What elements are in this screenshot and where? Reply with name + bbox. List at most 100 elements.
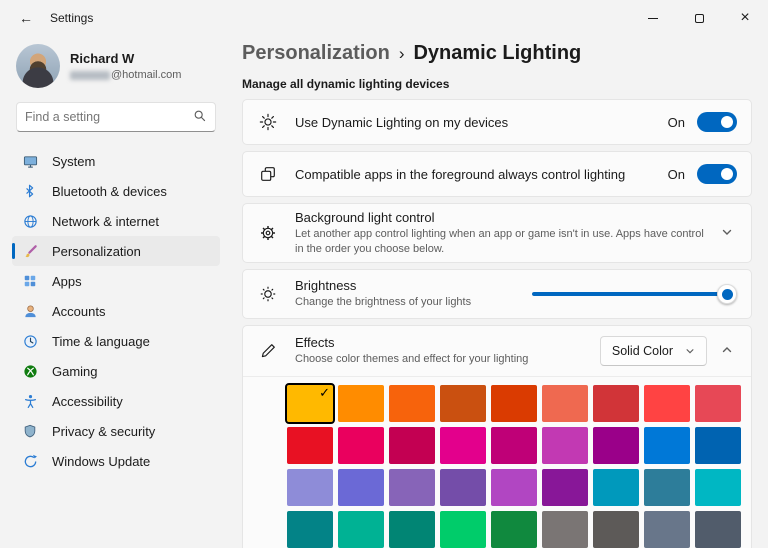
sidebar-item-time-language[interactable]: Time & language bbox=[12, 326, 220, 356]
color-swatch[interactable] bbox=[287, 427, 333, 464]
color-swatch[interactable] bbox=[644, 385, 690, 422]
card-effects: Effects Choose color themes and effect f… bbox=[242, 325, 752, 548]
titlebar: ← Settings × bbox=[0, 0, 768, 36]
sidebar-nav: System Bluetooth & devices Network & int… bbox=[12, 146, 220, 476]
sidebar-item-gaming[interactable]: Gaming bbox=[12, 356, 220, 386]
sidebar-item-network[interactable]: Network & internet bbox=[12, 206, 220, 236]
sidebar-item-windows-update[interactable]: Windows Update bbox=[12, 446, 220, 476]
sidebar-item-apps[interactable]: Apps bbox=[12, 266, 220, 296]
color-swatch[interactable] bbox=[542, 427, 588, 464]
toggle-state-label: On bbox=[667, 114, 685, 130]
card-title: Brightness bbox=[295, 278, 357, 294]
color-swatch[interactable] bbox=[287, 511, 333, 548]
user-email: @hotmail.com bbox=[70, 69, 181, 81]
color-swatch[interactable] bbox=[338, 511, 384, 548]
apps-icon bbox=[22, 274, 38, 288]
color-swatch[interactable] bbox=[644, 511, 690, 548]
sidebar-item-label: Accounts bbox=[52, 303, 106, 319]
search-icon bbox=[193, 109, 207, 126]
minimize-icon bbox=[648, 17, 658, 19]
gaming-icon bbox=[22, 364, 38, 379]
system-icon bbox=[22, 154, 38, 169]
color-swatch[interactable] bbox=[593, 511, 639, 548]
color-swatch[interactable] bbox=[440, 511, 486, 548]
close-button[interactable]: × bbox=[722, 0, 768, 36]
maximize-button[interactable] bbox=[676, 0, 722, 36]
back-icon: ← bbox=[19, 10, 33, 26]
color-swatch[interactable] bbox=[491, 469, 537, 506]
sidebar-item-accessibility[interactable]: Accessibility bbox=[12, 386, 220, 416]
dropdown-selected-value: Solid Color bbox=[611, 344, 673, 358]
color-swatch[interactable] bbox=[593, 469, 639, 506]
color-swatch[interactable] bbox=[542, 511, 588, 548]
maximize-icon bbox=[694, 13, 704, 23]
color-swatch[interactable] bbox=[338, 385, 384, 422]
search-input[interactable] bbox=[25, 110, 193, 124]
user-name: Richard W bbox=[70, 51, 135, 66]
color-swatch[interactable] bbox=[593, 385, 639, 422]
color-swatch[interactable] bbox=[389, 385, 435, 422]
sidebar-item-bluetooth[interactable]: Bluetooth & devices bbox=[12, 176, 220, 206]
network-icon bbox=[22, 214, 38, 229]
sidebar-item-system[interactable]: System bbox=[12, 146, 220, 176]
sidebar-item-privacy[interactable]: Privacy & security bbox=[12, 416, 220, 446]
color-swatch[interactable] bbox=[542, 385, 588, 422]
card-brightness: Brightness Change the brightness of your… bbox=[242, 269, 752, 319]
sidebar-item-label: Network & internet bbox=[52, 213, 159, 229]
color-swatch[interactable] bbox=[440, 469, 486, 506]
card-description: Let another app control lighting when an… bbox=[295, 227, 704, 255]
chevron-up-icon bbox=[721, 344, 733, 359]
back-button[interactable]: ← bbox=[10, 5, 42, 31]
effects-color-grid: ✓ bbox=[285, 383, 741, 548]
user-profile[interactable]: Richard W @hotmail.com bbox=[12, 38, 220, 100]
sidebar-item-accounts[interactable]: Accounts bbox=[12, 296, 220, 326]
foreground-apps-toggle[interactable] bbox=[697, 164, 737, 184]
color-swatch[interactable] bbox=[542, 469, 588, 506]
color-swatch[interactable] bbox=[644, 469, 690, 506]
color-swatch[interactable] bbox=[491, 427, 537, 464]
color-swatch[interactable] bbox=[593, 427, 639, 464]
close-icon: × bbox=[740, 9, 750, 26]
toggle-knob bbox=[721, 168, 733, 180]
effects-header[interactable]: Effects Choose color themes and effect f… bbox=[243, 326, 751, 376]
breadcrumb-parent[interactable]: Personalization bbox=[242, 42, 390, 65]
color-swatch-selected[interactable]: ✓ bbox=[285, 383, 335, 424]
dynamic-lighting-toggle[interactable] bbox=[697, 112, 737, 132]
color-swatch[interactable] bbox=[695, 511, 741, 548]
sun-icon bbox=[259, 113, 279, 131]
time-language-icon bbox=[22, 334, 38, 349]
sidebar-item-label: Privacy & security bbox=[52, 423, 156, 439]
color-swatch[interactable] bbox=[389, 511, 435, 548]
sidebar-item-personalization[interactable]: Personalization bbox=[12, 236, 220, 266]
color-swatch[interactable] bbox=[695, 469, 741, 506]
effects-mode-dropdown[interactable]: Solid Color bbox=[599, 336, 707, 366]
collapse-button[interactable] bbox=[717, 340, 737, 363]
search-box[interactable] bbox=[16, 102, 216, 132]
sidebar-item-label: Windows Update bbox=[52, 453, 151, 469]
color-swatch[interactable] bbox=[287, 469, 333, 506]
brightness-slider[interactable] bbox=[532, 284, 737, 304]
section-header: Manage all dynamic lighting devices bbox=[242, 77, 450, 91]
color-swatch[interactable] bbox=[338, 427, 384, 464]
bluetooth-icon bbox=[22, 184, 38, 198]
expand-button[interactable] bbox=[717, 222, 737, 245]
sidebar-item-label: Apps bbox=[52, 273, 82, 289]
color-swatch[interactable] bbox=[491, 511, 537, 548]
chevron-down-icon bbox=[685, 344, 695, 359]
color-swatch[interactable] bbox=[644, 427, 690, 464]
color-swatch[interactable] bbox=[440, 427, 486, 464]
color-swatch[interactable] bbox=[695, 427, 741, 464]
color-swatch[interactable] bbox=[338, 469, 384, 506]
settings-window: ← Settings × Richard W @hotmail.com Find… bbox=[0, 0, 768, 548]
color-swatch[interactable] bbox=[695, 385, 741, 422]
color-swatch[interactable] bbox=[389, 427, 435, 464]
chevron-down-icon bbox=[721, 226, 733, 241]
toggle-state-label: On bbox=[667, 166, 685, 182]
brightness-slider-thumb[interactable] bbox=[717, 284, 737, 304]
color-swatch[interactable] bbox=[389, 469, 435, 506]
color-swatch[interactable] bbox=[440, 385, 486, 422]
card-background-light-control[interactable]: Background light control Let another app… bbox=[242, 203, 752, 263]
accounts-icon bbox=[22, 304, 38, 319]
color-swatch[interactable] bbox=[491, 385, 537, 422]
minimize-button[interactable] bbox=[630, 0, 676, 36]
